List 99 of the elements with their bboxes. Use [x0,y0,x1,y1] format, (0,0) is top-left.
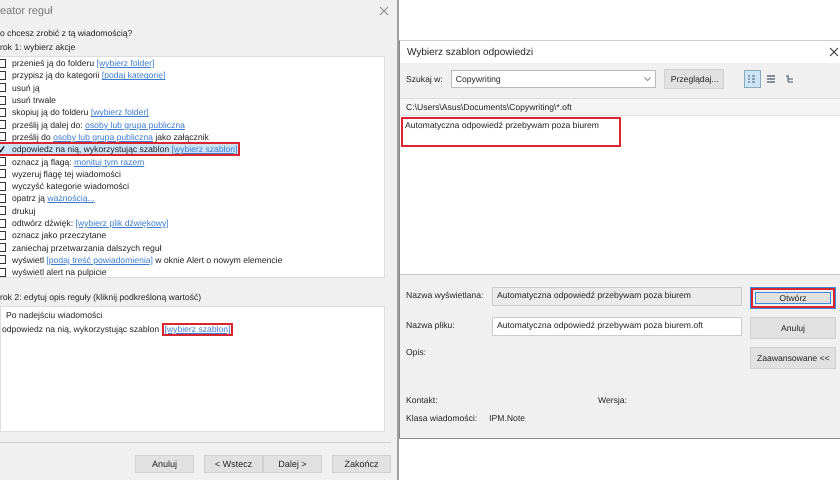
action-row[interactable]: usuń trwale [0,94,384,106]
action-label: wyświetl [podaj treść powiadomienia] w oknie Alert o nowym elemencie [12,254,282,265]
action-label: zaniechaj przetwarzania dalszych reguł [12,242,162,253]
action-row[interactable]: usuń ją [0,82,384,94]
field-label: Opis: [406,347,428,357]
action-link[interactable]: [wybierz plik dźwiękowy] [76,218,169,228]
wizard-button[interactable]: < Wstecz [204,455,263,473]
action-label: drukuj [12,206,36,216]
action-row[interactable]: oznacz ją flagą: monituj tym razem [0,155,384,168]
field-label: Klasa wiadomości: [406,413,478,423]
action-label: oznacz ją flagą: monituj tym razem [12,156,144,167]
wizard-button[interactable]: Zakończ [332,455,391,473]
action-link[interactable]: [podaj kategorię] [102,70,166,80]
action-label: odpowiedz na nią, wykorzystując szablon [wybierz szablon] [12,144,238,154]
description-link[interactable]: [wybierz szablon] [162,323,234,336]
chevron-icon [644,77,651,81]
action-row[interactable]: przenieś ją do folderu [wybierz folder] [0,57,384,70]
list-view-icon [747,74,758,84]
view-button[interactable] [744,70,761,88]
name-field[interactable]: Automatyczna odpowiedź przebywam poza biurem.oft [492,317,742,336]
action-label: opatrz ją ważnością... [12,193,95,204]
action-row[interactable]: wyzeruj flagę tej wiadomości [0,168,384,180]
folder-path: C:\Users\Asus\Documents\Copywriting\*.oft [400,98,840,116]
action-link[interactable]: ważnością... [47,193,95,204]
action-label: skopiuj ją do folderu [wybierz folder] [12,107,149,118]
checkbox[interactable] [0,243,6,252]
actions-list[interactable] [0,56,385,278]
checkbox[interactable] [0,96,6,105]
checkbox[interactable] [0,194,6,203]
field-label: Nazwa pliku: [406,319,456,330]
dialog-button[interactable]: Anuluj [750,317,836,339]
browse-button[interactable]: Przeglądaj... [664,69,724,89]
action-link[interactable]: [podaj treść powiadomienia] [46,254,153,265]
field-label: Kontakt: [406,395,439,405]
action-row[interactable]: odtwórz dźwięk: [wybierz plik dźwiękowy] [0,216,384,230]
properties-view-icon [785,74,796,84]
field-label: Nazwa wyświetlana: [406,289,484,300]
action-row[interactable]: prześlij ją dalej do: osoby lub grupa publiczna [0,118,384,131]
checkbox[interactable] [0,182,6,191]
checkbox[interactable] [0,144,6,154]
action-label: oznacz jako przeczytane [12,230,106,240]
name-field: Automatyczna odpowiedź przebywam poza biurem [492,287,742,306]
checkbox[interactable] [0,255,6,264]
checkbox[interactable] [0,157,6,166]
description-line: Po nadejściu wiadomości [5,310,104,322]
step-label: rok 1: wybierz akcje [0,41,76,52]
action-link[interactable]: osoby lub grupa publiczna [85,120,185,130]
action-row[interactable]: wyświetl alert na pulpicie [0,266,384,278]
checkbox[interactable] [0,169,6,178]
action-link[interactable]: [wybierz folder] [90,107,149,118]
close-icon[interactable] [829,47,839,57]
question-text: o chcesz zrobić z tą wiadomością? [0,27,134,38]
action-row[interactable]: przypisz ją do kategorii [podaj kategorię] [0,69,384,82]
action-label: wyświetl alert na pulpicie [12,267,107,278]
details-view-icon [766,74,776,84]
checkbox[interactable] [0,230,6,240]
field-label: Wersja: [598,395,628,405]
field-label: Szukaj w: [406,74,443,84]
action-label: wyczyść kategorie wiadomości [12,181,130,192]
description-line: odpowiedz na nią, wykorzystując szablon [wybierz szablon] [2,323,384,336]
checkbox[interactable] [0,268,6,277]
dialog-title: Wybierz szablon odpowiedzi [407,46,534,58]
action-row[interactable]: skopiuj ją do folderu [wybierz folder] [0,106,384,118]
action-row[interactable]: zaniechaj przetwarzania dalszych reguł [0,241,384,254]
action-row[interactable]: odpowiedz na nią, wykorzystując szablon [wybierz szablon] [0,143,240,156]
action-link[interactable]: osoby lub grupa publiczna [53,132,153,142]
action-label: prześlij do osoby lub grupa publiczna jako załącznik [12,132,209,142]
action-label: wyzeruj flagę tej wiadomości [12,168,121,179]
checkbox[interactable] [0,120,6,130]
dialog-button[interactable]: Otwórz [750,287,836,309]
folder-dropdown[interactable]: Copywriting [450,70,656,88]
action-row[interactable]: wyczyść kategorie wiadomości [0,180,384,192]
window-title: eator reguł [0,5,53,17]
checkbox[interactable] [0,58,6,68]
template-item[interactable]: Automatyczna odpowiedź przebywam poza biurem [401,117,621,147]
action-label: prześlij ją dalej do: osoby lub grupa publiczna [12,120,185,130]
action-row[interactable]: prześlij do osoby lub grupa publiczna jako załącznik [0,130,384,144]
action-row[interactable]: drukuj [0,204,384,217]
action-row[interactable]: wyświetl [podaj treść powiadomienia] w oknie Alert o nowym elemencie [0,254,384,266]
checkbox[interactable] [0,83,6,92]
action-label: przenieś ją do folderu [wybierz folder] [12,58,154,68]
checkbox[interactable] [0,206,6,216]
action-label: usuń trwale [12,95,56,106]
checkbox[interactable] [0,132,6,142]
action-row[interactable]: oznacz jako przeczytane [0,229,384,242]
step-label: rok 2: edytuj opis reguły (kliknij podkreśloną wartość) [0,291,202,302]
advanced-button[interactable]: Zaawansowane << [750,347,836,369]
checkbox[interactable] [0,108,6,117]
wizard-button[interactable]: Anuluj [135,455,194,473]
checkbox[interactable] [0,70,6,80]
field-value: IPM.Note [489,413,525,423]
action-label: odtwórz dźwięk: [wybierz plik dźwiękowy] [12,218,169,228]
action-label: usuń ją [12,82,40,93]
action-link[interactable]: [wybierz folder] [96,58,154,68]
action-label: przypisz ją do kategorii [podaj kategorię] [12,70,166,80]
template-list[interactable]: Automatyczna odpowiedź przebywam poza biurem [400,116,840,275]
action-row[interactable]: opatrz ją ważnością... [0,192,384,205]
wizard-button[interactable]: Dalej > [263,455,322,473]
action-link[interactable]: monituj tym razem [74,156,144,167]
